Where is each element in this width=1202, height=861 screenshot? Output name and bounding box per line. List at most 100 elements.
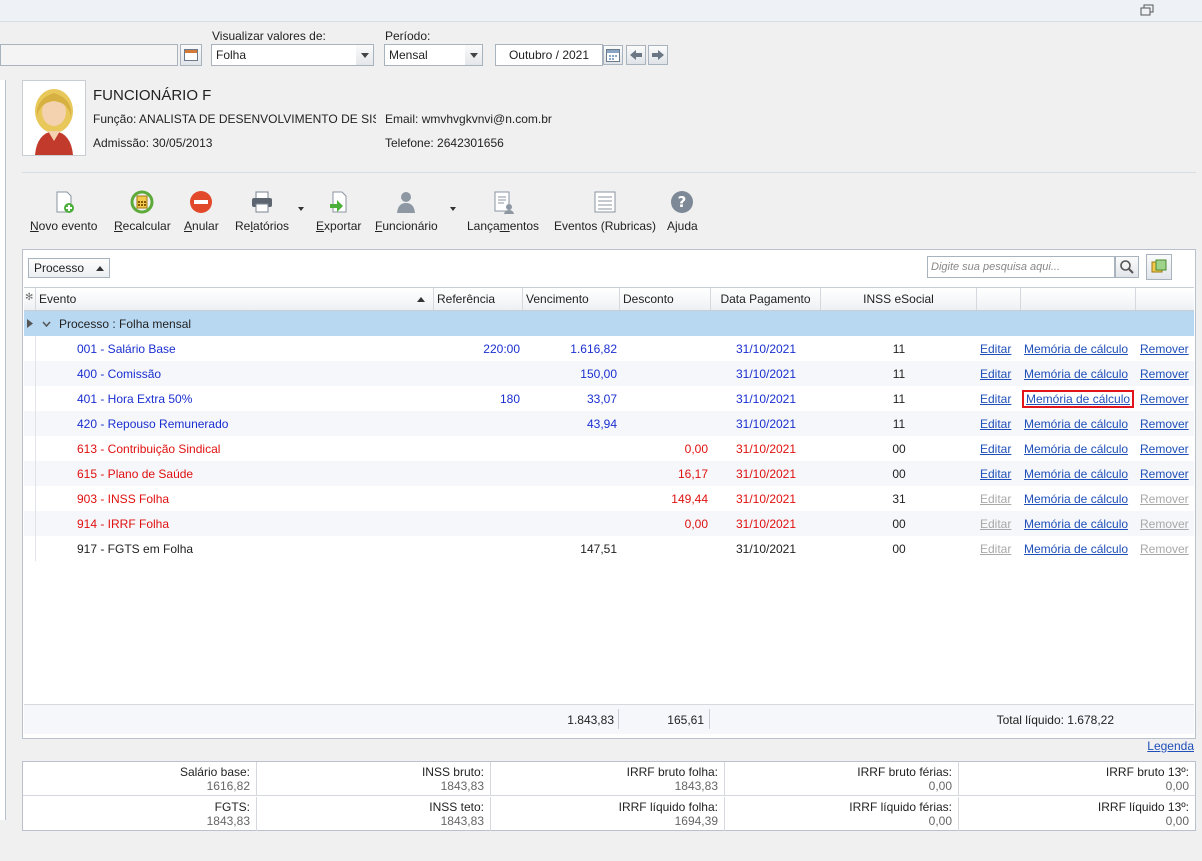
calculation-memory-link[interactable]: Memória de cálculo (1024, 417, 1128, 431)
summary-value: 1843,83 (440, 779, 484, 793)
employee-list-button[interactable] (180, 44, 202, 66)
column-header-inss-esocial[interactable]: INSS eSocial (821, 288, 977, 310)
table-row[interactable]: 401 - Hora Extra 50% 180 33,07 31/10/2021 11… (24, 386, 1194, 411)
column-header-referencia[interactable]: Referência (434, 288, 523, 310)
export-button[interactable]: Exportar (316, 190, 361, 233)
edit-link[interactable]: Editar (980, 367, 1011, 381)
group-by-chip[interactable]: Processo (28, 258, 110, 278)
remove-link[interactable]: Remover (1140, 342, 1189, 356)
employee-dropdown-icon[interactable] (450, 207, 456, 211)
cancel-label: nular (192, 219, 219, 233)
table-row[interactable]: 917 - FGTS em Folha 147,51 31/10/2021 00 Edi… (24, 536, 1194, 561)
period-dropdown-button[interactable] (465, 44, 483, 66)
calculation-memory-link[interactable]: Memória de cálculo (1021, 390, 1135, 408)
summary-value: 1843,83 (206, 814, 250, 828)
cell-inss: 11 (892, 367, 906, 381)
cell-ref (434, 436, 523, 461)
previous-month-button[interactable] (626, 45, 646, 65)
period-select[interactable]: Mensal (384, 44, 466, 66)
column-header-data-pagamento[interactable]: Data Pagamento (711, 288, 821, 310)
remove-link[interactable]: Remover (1140, 367, 1189, 381)
calculation-memory-link[interactable]: Memória de cálculo (1024, 442, 1128, 456)
search-button[interactable] (1115, 256, 1139, 278)
column-header-vencimento[interactable]: Vencimento (523, 288, 620, 310)
remove-link-cell: Remover (1137, 511, 1195, 536)
restore-window-icon[interactable] (1140, 4, 1154, 16)
remove-link[interactable]: Remover (1140, 517, 1189, 531)
list-icon (184, 49, 198, 61)
total-desconto: 165,61 (667, 713, 704, 727)
search-input[interactable]: Digite sua pesquisa aqui... (927, 256, 1115, 278)
table-row[interactable]: 420 - Repouso Remunerado 43,94 31/10/2021 1… (24, 411, 1194, 436)
collapse-chevron-icon[interactable] (42, 321, 51, 327)
cell-inss: 31 (892, 492, 906, 506)
column-header-desconto[interactable]: Desconto (620, 288, 711, 310)
edit-link[interactable]: Editar (980, 392, 1011, 406)
remove-link[interactable]: Remover (1140, 442, 1189, 456)
cell-evento: 401 - Hora Extra 50% (77, 392, 193, 406)
remove-link[interactable]: Remover (1140, 417, 1189, 431)
edit-link[interactable]: Editar (980, 492, 1011, 506)
column-header-evento[interactable]: Evento (36, 288, 434, 310)
edit-link-cell: Editar (977, 436, 1021, 461)
table-row[interactable]: 903 - INSS Folha 149,44 31/10/2021 31 Editar… (24, 486, 1194, 511)
calculation-memory-link[interactable]: Memória de cálculo (1024, 542, 1128, 556)
table-row[interactable]: 001 - Salário Base 220:00 1.616,82 31/10/20… (24, 336, 1194, 361)
table-row[interactable]: 613 - Contribuição Sindical 0,00 31/10/202… (24, 436, 1194, 461)
legend-link[interactable]: Legenda (1147, 739, 1194, 753)
cell-data: 31/10/2021 (735, 367, 797, 381)
entries-button[interactable]: Lançamentos (467, 190, 539, 233)
table-row[interactable]: 615 - Plano de Saúde 16,17 31/10/2021 00 Edi… (24, 461, 1194, 486)
summary-label: IRRF bruto 13º: (1105, 765, 1189, 779)
new-event-button[interactable]: Novo evento (30, 190, 97, 233)
cell-venc: 33,07 (586, 392, 617, 406)
cell-evento: 615 - Plano de Saúde (77, 467, 194, 481)
remove-link[interactable]: Remover (1140, 492, 1189, 506)
month-field[interactable]: Outubro / 2021 (495, 44, 603, 66)
cell-evento: 917 - FGTS em Folha (77, 542, 194, 556)
column-chooser-button[interactable] (1146, 254, 1172, 280)
next-month-button[interactable] (648, 45, 668, 65)
row-indicator (24, 336, 36, 361)
cell-ref (434, 461, 523, 486)
edit-link[interactable]: Editar (980, 517, 1011, 531)
cell-inss: 00 (892, 542, 906, 556)
employee-selector-field[interactable] (0, 44, 178, 66)
calendar-button[interactable] (603, 45, 623, 65)
edit-link[interactable]: Editar (980, 342, 1011, 356)
remove-link[interactable]: Remover (1140, 467, 1189, 481)
period-label: Período: (385, 29, 431, 43)
export-label: xportar (324, 219, 362, 233)
group-by-label: Processo (34, 261, 85, 275)
view-values-select[interactable]: Folha (211, 44, 357, 66)
calculation-memory-link[interactable]: Memória de cálculo (1024, 517, 1128, 531)
edit-link[interactable]: Editar (980, 442, 1011, 456)
calculation-memory-link[interactable]: Memória de cálculo (1024, 492, 1128, 506)
edit-link[interactable]: Editar (980, 542, 1011, 556)
reports-dropdown-icon[interactable] (298, 207, 304, 211)
reports-button[interactable]: Relatórios (235, 190, 289, 233)
cell-data: 31/10/2021 (735, 442, 797, 456)
remove-link[interactable]: Remover (1140, 542, 1189, 556)
calculation-memory-link[interactable]: Memória de cálculo (1024, 367, 1128, 381)
cell-venc (523, 461, 620, 486)
help-button[interactable]: ? Ajuda (667, 190, 698, 233)
entries-label: entos (509, 219, 540, 233)
table-row[interactable]: 914 - IRRF Folha 0,00 31/10/2021 00 Editar Me… (24, 511, 1194, 536)
remove-link[interactable]: Remover (1140, 392, 1189, 406)
group-row-process[interactable]: Processo : Folha mensal (24, 311, 1194, 336)
events-button[interactable]: Eventos (Rubricas) (554, 190, 656, 233)
view-values-dropdown-button[interactable] (356, 44, 374, 66)
calculation-memory-link-cell: Memória de cálculo (1021, 436, 1136, 461)
calculation-memory-link[interactable]: Memória de cálculo (1024, 342, 1128, 356)
edit-link[interactable]: Editar (980, 467, 1011, 481)
edit-link[interactable]: Editar (980, 417, 1011, 431)
table-row[interactable]: 400 - Comissão 150,00 31/10/2021 11 Editar Me… (24, 361, 1194, 386)
cell-ref (434, 411, 523, 436)
cell-data: 31/10/2021 (735, 492, 797, 506)
email-value: wmvhvgkvnvi@n.com.br (421, 112, 552, 126)
cancel-button[interactable]: Anular (184, 190, 219, 233)
recalculate-button[interactable]: Recalcular (114, 190, 171, 233)
employee-button[interactable]: Funcionário (375, 190, 438, 233)
calculation-memory-link[interactable]: Memória de cálculo (1024, 467, 1128, 481)
